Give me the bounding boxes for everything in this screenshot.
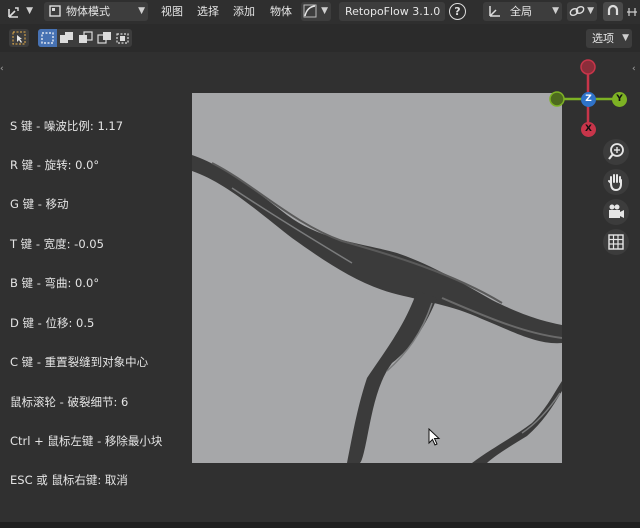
chevron-down-icon: ▼ xyxy=(552,6,559,16)
help-line-reset-center: C 键 - 重置裂缝到对象中心 xyxy=(10,355,149,369)
menu-object[interactable]: 物体 xyxy=(270,2,292,21)
select-new-button[interactable] xyxy=(38,29,57,47)
help-line-bend: B 键 - 弯曲: 0.0° xyxy=(10,276,100,290)
help-line-fracture-detail: 鼠标滚轮 - 破裂细节: 6 xyxy=(10,395,129,409)
select-intersect-button[interactable] xyxy=(114,29,132,47)
pan-button[interactable] xyxy=(603,169,629,195)
orientation-axes-icon xyxy=(489,6,500,17)
grid-icon xyxy=(608,234,624,250)
help-line-noise-scale: S 键 - 噪波比例: 1.17 xyxy=(10,119,124,133)
gizmo-x-label: X xyxy=(585,124,592,134)
select-extend-icon xyxy=(60,32,73,43)
help-line-displace: D 键 - 位移: 0.5 xyxy=(10,316,95,330)
chevron-down-icon: ▼ xyxy=(321,6,328,16)
help-glyph: ? xyxy=(454,5,461,18)
transform-axes-icon xyxy=(8,7,19,18)
snap-toggle[interactable] xyxy=(603,2,623,21)
select-difference-button[interactable] xyxy=(95,29,114,47)
tool-settings-row: 选项 ▼ xyxy=(0,24,640,52)
gizmo-z-label: Z xyxy=(585,94,592,104)
chevron-down-icon: ▼ xyxy=(622,33,629,43)
gizmo-z-axis[interactable]: Z xyxy=(581,92,596,107)
zoom-button[interactable] xyxy=(603,139,629,165)
menu-view[interactable]: 视图 xyxy=(161,2,183,21)
help-line-remove-smallest: Ctrl + 鼠标左键 - 移除最小块 xyxy=(10,434,163,448)
object-mode-icon xyxy=(49,5,61,17)
pivot-dropdown[interactable]: ▼ xyxy=(567,2,597,21)
options-label: 选项 xyxy=(592,32,614,45)
help-line-cancel: ESC 或 鼠标右键: 取消 xyxy=(10,473,128,487)
perspective-toggle-button[interactable] xyxy=(603,229,629,255)
link-icon xyxy=(569,5,585,17)
curve-icon xyxy=(303,4,317,18)
help-line-rotate: R 键 - 旋转: 0.0° xyxy=(10,158,100,172)
sidebar-expand-arrow-icon[interactable]: ‹ xyxy=(632,64,636,74)
retopoflow-label: RetopoFlow 3.1.0 xyxy=(345,5,441,18)
options-dropdown[interactable]: 选项 ▼ xyxy=(586,29,632,48)
menu-add[interactable]: 添加 xyxy=(233,2,255,21)
magnet-icon xyxy=(607,4,619,15)
transform-orientation-dropdown[interactable]: 全局 ▼ xyxy=(483,2,562,21)
editor-type-selector[interactable]: ▼ xyxy=(3,2,36,21)
help-icon[interactable]: ? xyxy=(449,3,466,20)
help-line-move: G 键 - 移动 xyxy=(10,197,69,211)
gizmo-x-axis[interactable]: X xyxy=(581,122,596,137)
snap-target-icon[interactable] xyxy=(626,4,638,20)
gizmo-y-label: Y xyxy=(616,94,623,104)
curve-mode-dropdown[interactable]: ▼ xyxy=(301,2,331,21)
select-subtract-button[interactable] xyxy=(76,29,95,47)
camera-view-button[interactable] xyxy=(603,199,629,225)
camera-icon xyxy=(609,204,624,218)
zoom-icon xyxy=(608,143,624,160)
mouse-cursor-icon xyxy=(428,428,441,446)
select-new-icon xyxy=(41,32,54,44)
cursor-select-icon xyxy=(12,31,26,45)
status-bar xyxy=(0,522,640,528)
help-line-width: T 键 - 宽度: -0.05 xyxy=(10,237,104,251)
selection-mode-group xyxy=(38,29,132,47)
mode-label: 物体模式 xyxy=(66,5,110,18)
chevron-down-icon: ▼ xyxy=(587,6,594,16)
orientation-label: 全局 xyxy=(510,5,532,18)
toolbar-expand-arrow-icon[interactable]: ‹ xyxy=(0,64,4,74)
hand-icon xyxy=(608,174,622,192)
chevron-down-icon: ▼ xyxy=(138,6,145,16)
viewport-header: ▼ 物体模式 ▼ 视图 选择 添加 物体 ▼ RetopoFlow 3.1.0 … xyxy=(0,0,640,24)
chevron-down-icon: ▼ xyxy=(26,6,33,16)
navigation-gizmo[interactable]: Z Y X xyxy=(547,58,631,142)
select-tool-button[interactable] xyxy=(9,29,29,47)
mode-dropdown[interactable]: 物体模式 ▼ xyxy=(44,2,148,21)
crack-preview-canvas[interactable] xyxy=(192,93,562,463)
gizmo-y-axis[interactable]: Y xyxy=(612,92,627,107)
crack-mesh xyxy=(192,155,562,463)
menu-select[interactable]: 选择 xyxy=(197,2,219,21)
select-difference-icon xyxy=(97,32,111,44)
select-intersect-icon xyxy=(116,33,129,44)
select-subtract-icon xyxy=(79,31,93,43)
select-extend-button[interactable] xyxy=(57,29,76,47)
retopoflow-button[interactable]: RetopoFlow 3.1.0 xyxy=(339,2,445,21)
